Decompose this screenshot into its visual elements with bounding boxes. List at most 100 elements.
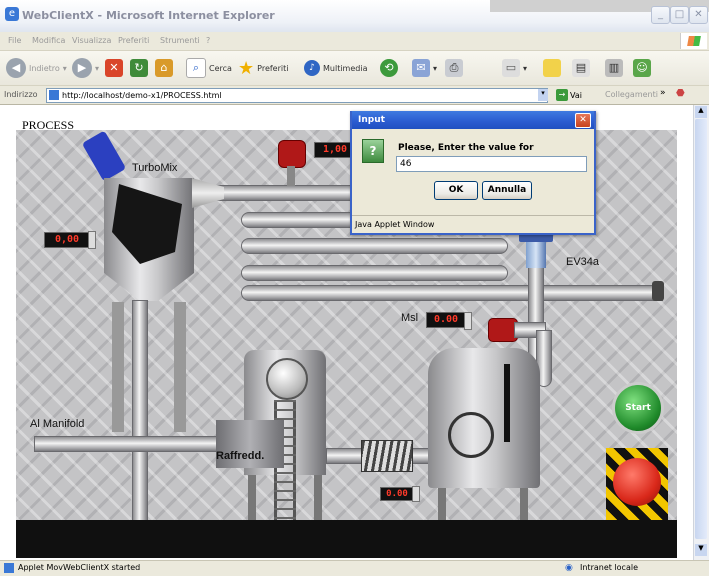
msl-display[interactable]: 0.00	[426, 312, 466, 328]
turbomix-label: TurboMix	[132, 162, 178, 174]
menu-preferiti[interactable]: Preferiti	[118, 36, 149, 45]
edit-icon: ▭	[502, 59, 520, 77]
storage-level-gauge	[504, 364, 510, 442]
title-bar: e WebClientX - Microsoft Internet Explor…	[0, 0, 709, 32]
status-page-icon	[4, 563, 14, 573]
scroll-down-icon[interactable]: ▼	[695, 544, 707, 556]
forward-button[interactable]: ▶ ▾	[72, 57, 99, 79]
emergency-stop-button[interactable]	[613, 458, 661, 506]
go-button[interactable]: → Vai	[556, 88, 582, 102]
turbomix-display[interactable]: 0,00	[44, 232, 90, 248]
msl-spinner[interactable]	[464, 312, 472, 330]
menu-modifica[interactable]: Modifica	[32, 36, 65, 45]
menu-file[interactable]: File	[8, 36, 21, 45]
turbomix-down-pipe	[132, 300, 148, 522]
msl-label: Msl	[401, 312, 419, 324]
mail-button[interactable]: ✉ ▾	[412, 57, 437, 79]
raffredd-leg-left	[248, 475, 256, 520]
dialog-prompt: Please, Enter the value for	[398, 143, 534, 153]
raffredd-display[interactable]: 0.00	[380, 487, 414, 501]
ev34a-valve-icon[interactable]	[526, 242, 546, 268]
dialog-footer: Java Applet Window	[355, 220, 435, 229]
floor	[16, 520, 677, 558]
flow-sensor-stem	[287, 166, 295, 186]
go-label: Vai	[570, 90, 582, 100]
links-label[interactable]: Collegamenti	[605, 90, 658, 99]
research-icon: ▥	[605, 59, 623, 77]
extension-icon[interactable]: ⬣	[676, 88, 685, 99]
raffredd-label: Raffredd.	[216, 450, 265, 462]
print-button[interactable]: ⎙	[445, 57, 463, 79]
research-button[interactable]: ▥	[605, 57, 623, 79]
input-dialog: Input ✕ ? Please, Enter the value for 46…	[350, 111, 596, 235]
raffredd-leg-right	[314, 475, 322, 520]
vertical-scrollbar[interactable]: ▲ ▼	[693, 105, 709, 560]
ok-button[interactable]: OK	[434, 181, 478, 200]
dialog-value-input[interactable]: 46	[396, 156, 587, 172]
status-text: Applet MovWebClientX started	[18, 563, 141, 572]
raffredd-spinner[interactable]	[412, 486, 420, 502]
scroll-up-icon[interactable]: ▲	[695, 106, 707, 118]
refresh-icon: ↻	[130, 59, 148, 77]
turbomix-leg-left	[112, 302, 124, 432]
intranet-icon: ◉	[565, 563, 573, 573]
forward-arrow-icon: ▶	[72, 58, 92, 78]
home-icon: ⌂	[155, 59, 173, 77]
serpentine-pipe-3	[241, 265, 508, 281]
back-button[interactable]: ◀ Indietro ▾	[6, 57, 67, 79]
discuss-button[interactable]	[543, 57, 561, 79]
storage-leg-right	[520, 488, 528, 520]
back-arrow-icon: ◀	[6, 58, 26, 78]
start-button[interactable]: Start	[612, 382, 664, 434]
minimize-button[interactable]: _	[651, 6, 670, 24]
refresh-button[interactable]: ↻	[130, 57, 148, 79]
cancel-button[interactable]: Annulla	[482, 181, 532, 200]
zone-text: Intranet locale	[580, 563, 638, 572]
multimedia-button[interactable]: ♪ Multimedia	[304, 57, 367, 79]
turbomix-spinner[interactable]	[88, 231, 96, 249]
address-bar: Indirizzo http://localhost/demo-x1/PROCE…	[0, 86, 709, 105]
search-button[interactable]: ⌕ Cerca	[186, 57, 232, 79]
stop-button[interactable]: ✕	[105, 57, 123, 79]
messenger-button[interactable]: ▤	[572, 57, 590, 79]
links-overflow-icon[interactable]: »	[660, 88, 666, 98]
menu-help[interactable]: ?	[206, 36, 210, 45]
print-icon: ⎙	[445, 59, 463, 77]
window-title: WebClientX - Microsoft Internet Explorer	[22, 9, 275, 22]
close-button[interactable]: ✕	[689, 6, 708, 24]
storage-tank-hatch	[448, 412, 494, 458]
home-button[interactable]: ⌂	[155, 57, 173, 79]
dialog-close-button[interactable]: ✕	[575, 113, 591, 128]
multimedia-icon: ♪	[304, 60, 320, 76]
page-icon	[49, 90, 59, 100]
address-url: http://localhost/demo-x1/PROCESS.html	[62, 91, 222, 100]
menu-strumenti[interactable]: Strumenti	[160, 36, 200, 45]
ie-icon: e	[5, 7, 19, 21]
dialog-title: Input	[358, 115, 385, 125]
back-label: Indietro	[29, 63, 60, 73]
search-label: Cerca	[209, 63, 232, 73]
favorites-label: Preferiti	[257, 63, 289, 73]
turbomix-outlet	[192, 178, 224, 208]
messenger-icon-button[interactable]: ☺	[633, 57, 651, 79]
address-dropdown-icon[interactable]: ▾	[538, 89, 548, 101]
address-input[interactable]: http://localhost/demo-x1/PROCESS.html	[46, 88, 548, 103]
history-icon: ⟲	[380, 59, 398, 77]
status-bar: Applet MovWebClientX started ◉ Intranet …	[0, 560, 709, 576]
scroll-thumb[interactable]	[695, 119, 707, 539]
search-icon: ⌕	[186, 58, 206, 78]
document-icon: ▤	[572, 59, 590, 77]
menu-visualizza[interactable]: Visualizza	[72, 36, 111, 45]
turbomix-leg-right	[174, 302, 186, 432]
people-icon: ☺	[633, 59, 651, 77]
edit-button[interactable]: ▭ ▾	[502, 57, 527, 79]
history-button[interactable]: ⟲	[380, 57, 398, 79]
maximize-button[interactable]: □	[670, 6, 689, 24]
storage-leg-left	[438, 488, 446, 520]
favorites-button[interactable]: ★ Preferiti	[238, 57, 288, 79]
manifold-label: Al Manifold	[30, 418, 85, 430]
dialog-title-bar: Input ✕	[352, 111, 594, 129]
pipe-end-flange	[652, 281, 664, 301]
manifold-pipe	[34, 436, 236, 452]
folder-icon	[543, 59, 561, 77]
